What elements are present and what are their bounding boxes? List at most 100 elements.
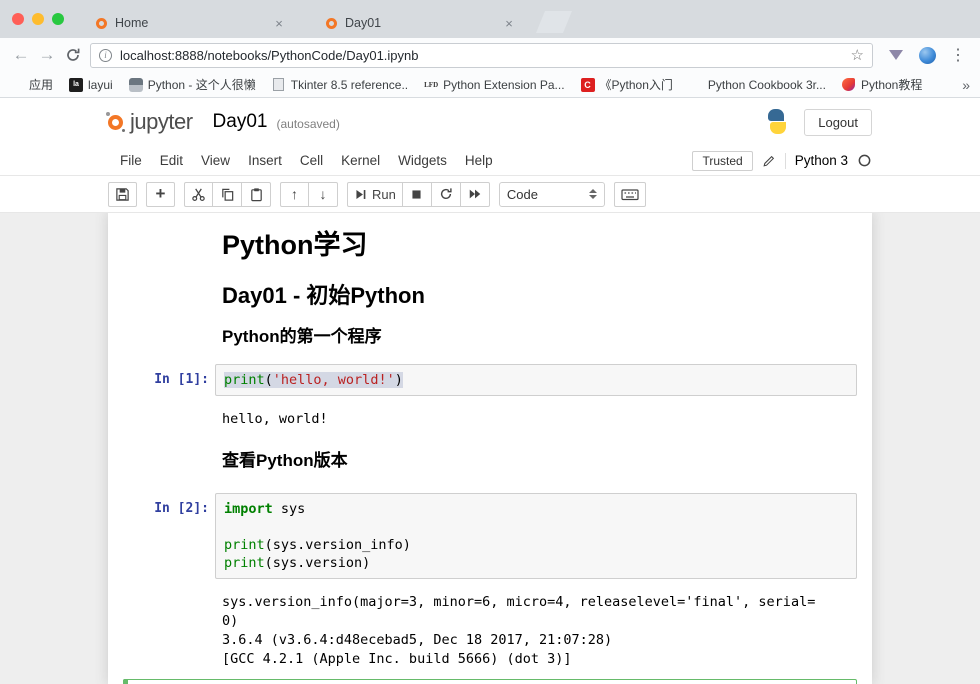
notebook-title[interactable]: Day01 xyxy=(213,111,268,133)
back-icon[interactable]: ← xyxy=(8,42,34,68)
bookmark-star-icon[interactable]: ☆ xyxy=(851,46,864,64)
close-window-button[interactable] xyxy=(12,13,24,25)
restart-kernel-button[interactable] xyxy=(432,182,461,207)
menu-view[interactable]: View xyxy=(192,149,239,172)
code-input-area[interactable]: print('hello, world!') xyxy=(215,364,857,396)
bookmark-python-intro[interactable]: C 《Python入门 xyxy=(581,76,673,93)
forward-icon[interactable]: → xyxy=(34,42,60,68)
browser-navbar: ← → i localhost:8888/notebooks/PythonCod… xyxy=(0,38,980,72)
notebook-scroll-area[interactable]: Python学习 Day01 - 初始Python Python的第一个程序 I… xyxy=(0,213,980,684)
jupyter-planet-icon xyxy=(108,115,123,130)
menu-help[interactable]: Help xyxy=(456,149,502,172)
lfd-icon: LFD xyxy=(424,78,438,92)
prompt-spacer xyxy=(123,282,215,316)
code-token: ) xyxy=(395,372,403,388)
bookmarks-overflow-icon[interactable]: » xyxy=(962,77,970,93)
output-cell-2: sys.version_info(major=3, minor=6, micro… xyxy=(123,584,857,676)
interrupt-kernel-button[interactable] xyxy=(403,182,432,207)
add-cell-button[interactable]: + xyxy=(146,182,175,207)
run-label: Run xyxy=(372,187,396,202)
tab-title: Home xyxy=(115,16,264,30)
tab-title: Day01 xyxy=(345,16,494,30)
move-cell-up-button[interactable]: ↑ xyxy=(280,182,309,207)
code-token: sys xyxy=(273,501,306,517)
save-button[interactable] xyxy=(108,182,137,207)
move-cell-down-button[interactable]: ↓ xyxy=(309,182,338,207)
menu-kernel[interactable]: Kernel xyxy=(332,149,389,172)
tab-strip: Home × Day01 × xyxy=(0,0,980,38)
code-token: (sys.version) xyxy=(265,555,371,571)
markdown-cell-h2[interactable]: Day01 - 初始Python xyxy=(123,277,857,321)
bookmark-label: Python Extension Pa... xyxy=(443,78,564,92)
markdown-cell-h3-first[interactable]: Python的第一个程序 xyxy=(123,321,857,359)
dropdown-arrows-icon xyxy=(589,189,597,199)
copy-cell-button[interactable] xyxy=(213,182,242,207)
page-icon xyxy=(273,78,284,91)
menu-edit[interactable]: Edit xyxy=(151,149,192,172)
jupyter-favicon xyxy=(96,18,107,29)
url-text[interactable]: localhost:8888/notebooks/PythonCode/Day0… xyxy=(120,48,851,63)
logout-button[interactable]: Logout xyxy=(804,109,872,136)
menu-cell[interactable]: Cell xyxy=(291,149,332,172)
code-token: ( xyxy=(265,372,273,388)
bookmark-python-tutorial[interactable]: Python教程 xyxy=(842,76,922,93)
browser-window: Home × Day01 × ← → i localhost:8888/note… xyxy=(0,0,980,684)
output-cell-1: hello, world! xyxy=(123,401,857,436)
markdown-cell-h1[interactable]: Python学习 xyxy=(123,223,857,277)
page-info-icon[interactable]: i xyxy=(99,49,112,62)
code-cell-2[interactable]: In [2]: import sys print(sys.version_inf… xyxy=(123,483,857,584)
output-text: [GCC 4.2.1 (Apple Inc. build 5666) (dot … xyxy=(222,650,857,669)
tab-home[interactable]: Home × xyxy=(76,8,304,38)
code-token: 'hello, world!' xyxy=(273,372,395,388)
code-cell-empty-selected[interactable]: In [ ]: xyxy=(123,679,857,684)
code-cell-1[interactable]: In [1]: print('hello, world!') xyxy=(123,359,857,401)
divider xyxy=(785,153,786,169)
new-tab-button[interactable] xyxy=(536,11,572,33)
bookmark-apps[interactable]: 应用 xyxy=(10,76,53,93)
restart-run-all-button[interactable] xyxy=(461,182,490,207)
output-prompt-spacer xyxy=(123,589,215,671)
command-palette-button[interactable] xyxy=(614,182,646,207)
url-bar[interactable]: i localhost:8888/notebooks/PythonCode/Da… xyxy=(90,43,873,68)
grid-icon xyxy=(689,78,703,92)
markdown-cell-h3-second[interactable]: 查看Python版本 xyxy=(123,436,857,483)
bookmark-label: 应用 xyxy=(29,76,53,93)
browser-menu-icon[interactable]: ⋮ xyxy=(950,45,966,65)
run-cell-button[interactable]: Run xyxy=(347,182,403,207)
extension-triangle-icon[interactable] xyxy=(889,50,903,60)
trusted-badge[interactable]: Trusted xyxy=(692,151,752,171)
bookmark-tkinter[interactable]: Tkinter 8.5 reference.. xyxy=(272,78,408,92)
jupyter-favicon xyxy=(326,18,337,29)
code-token: print xyxy=(224,555,265,571)
code-input-area[interactable]: import sys print(sys.version_info) print… xyxy=(215,493,857,579)
cell-type-dropdown[interactable]: Code xyxy=(499,182,605,207)
bookmark-python-blog[interactable]: Python - 这个人很懒 xyxy=(129,76,256,93)
menu-widgets[interactable]: Widgets xyxy=(389,149,456,172)
zoom-window-button[interactable] xyxy=(52,13,64,25)
bookmark-cookbook[interactable]: Python Cookbook 3r... xyxy=(689,78,826,92)
paste-cell-button[interactable] xyxy=(242,182,271,207)
tab-close-icon[interactable]: × xyxy=(272,16,286,31)
input-prompt: In [2]: xyxy=(123,493,215,579)
bookmark-label: Python Cookbook 3r... xyxy=(708,78,826,92)
bookmark-layui[interactable]: la layui xyxy=(69,78,113,92)
bookmark-label: 《Python入门 xyxy=(600,76,673,93)
tab-day01[interactable]: Day01 × xyxy=(306,8,534,38)
bookmark-extension-packages[interactable]: LFD Python Extension Pa... xyxy=(424,78,564,92)
cut-cell-button[interactable] xyxy=(184,182,213,207)
jupyter-wordmark: jupyter xyxy=(130,109,193,135)
menu-file[interactable]: File xyxy=(108,149,151,172)
extension-globe-icon[interactable] xyxy=(919,47,936,64)
minimize-window-button[interactable] xyxy=(32,13,44,25)
jupyter-logo[interactable]: jupyter xyxy=(108,109,193,135)
code-token: import xyxy=(224,501,273,517)
tab-close-icon[interactable]: × xyxy=(502,16,516,31)
page-title: Python学习 xyxy=(222,228,850,262)
code-token: (sys.version_info) xyxy=(265,537,411,553)
menu-insert[interactable]: Insert xyxy=(239,149,291,172)
python-kernel-logo xyxy=(764,109,790,135)
cell-type-value: Code xyxy=(507,187,538,202)
bookmark-label: Python教程 xyxy=(861,76,922,93)
reload-icon[interactable] xyxy=(60,42,86,68)
output-text: 3.6.4 (v3.6.4:d48ecebad5, Dec 18 2017, 2… xyxy=(222,631,857,650)
